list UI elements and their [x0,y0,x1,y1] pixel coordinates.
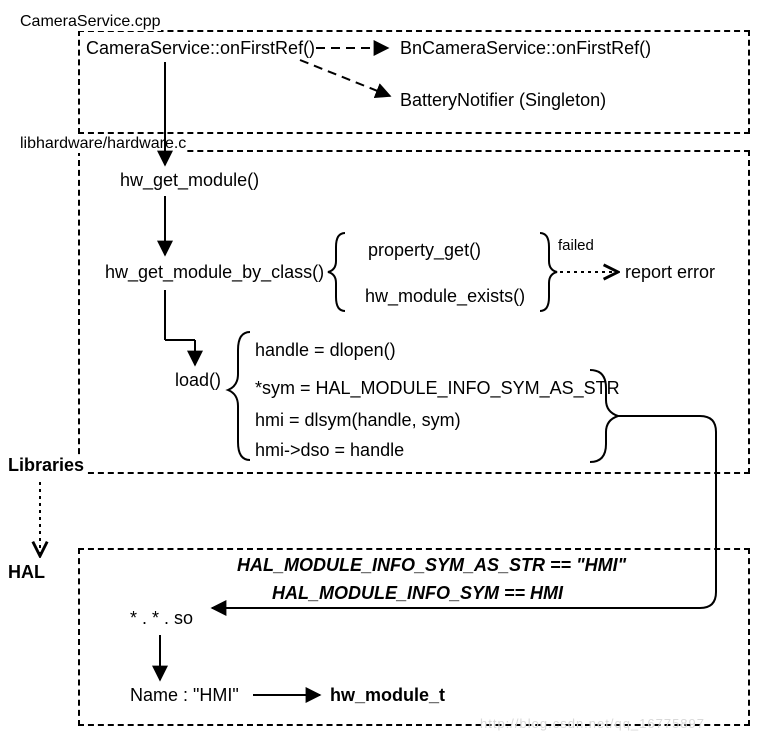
node-so-file: * . * . so [130,608,193,629]
watermark: http://blog.csdn.net/qq_16775897 [480,716,705,731]
box2-title: libhardware/hardware.c [20,135,186,153]
load-line4: hmi->dso = handle [255,440,404,461]
label-failed: failed [558,237,594,254]
node-camera-onfirstref: CameraService::onFirstRef() [86,38,315,59]
node-hw-get-module-by-class: hw_get_module_by_class() [105,262,324,283]
node-bncamera-onfirstref: BnCameraService::onFirstRef() [400,38,651,59]
diagram-canvas: CameraService.cpp CameraService::onFirst… [0,0,773,738]
node-report-error: report error [625,262,715,283]
node-battery-notifier: BatteryNotifier (Singleton) [400,90,606,111]
hal-sym-as-str: HAL_MODULE_INFO_SYM_AS_STR == "HMI" [237,555,626,576]
load-line3: hmi = dlsym(handle, sym) [255,410,461,431]
node-hw-module-exists: hw_module_exists() [365,286,525,307]
node-load: load() [175,370,221,391]
side-label-libraries: Libraries [8,455,84,476]
side-label-hal: HAL [8,562,45,583]
hal-sym: HAL_MODULE_INFO_SYM == HMI [272,583,563,604]
node-hw-module-t: hw_module_t [330,685,445,706]
node-name-hmi: Name : "HMI" [130,685,239,706]
load-line2: *sym = HAL_MODULE_INFO_SYM_AS_STR [255,378,620,399]
load-line1: handle = dlopen() [255,340,396,361]
box1-title: CameraService.cpp [20,13,161,31]
node-hw-get-module: hw_get_module() [120,170,259,191]
node-property-get: property_get() [368,240,481,261]
